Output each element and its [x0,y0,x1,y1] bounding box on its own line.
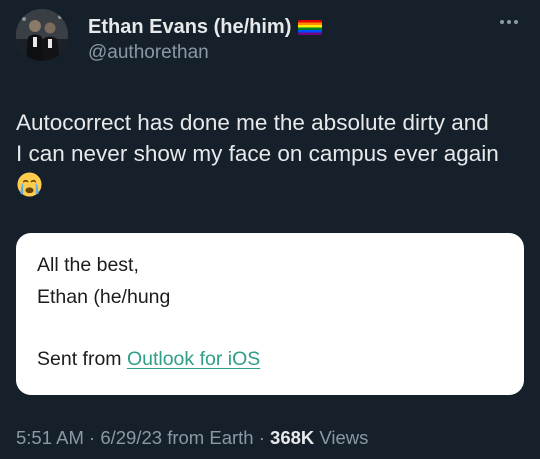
tweet-text: Autocorrect has done me the absolute dir… [16,107,526,198]
sent-from-prefix: Sent from [37,348,127,370]
quoted-email-card: All the best, Ethan (he/hung Sent from O… [16,233,524,395]
author-name-row: Ethan Evans (he/him) [88,14,323,40]
email-signature-name: Ethan (he/hung [37,286,171,308]
rainbow-flag-icon [298,19,323,35]
profile-photo [16,9,68,61]
crying-face-icon [17,172,42,197]
outlook-link[interactable]: Outlook for iOS [127,348,260,370]
tweet-meta: 5:51 AM · 6/29/23 from Earth · 368K View… [16,427,368,449]
tweet-source: from Earth [162,427,254,448]
author-handle[interactable]: @authorethan [88,42,209,64]
meta-separator: · [253,427,271,448]
avatar[interactable] [16,9,68,61]
more-horizontal-icon[interactable] [498,16,520,28]
meta-separator: · [83,427,101,448]
email-sent-from: Sent from Outlook for iOS [37,348,260,371]
tweet-text-line: I can never show my face on campus ever … [16,141,499,166]
views-label: Views [314,427,369,448]
author-display-name[interactable]: Ethan Evans (he/him) [88,16,291,39]
tweet-text-line: Autocorrect has done me the absolute dir… [16,110,489,135]
email-signoff: All the best, [37,254,139,276]
tweet-date[interactable]: 6/29/23 [100,427,162,448]
views-count[interactable]: 368K [270,427,314,448]
tweet-time[interactable]: 5:51 AM [16,427,84,448]
